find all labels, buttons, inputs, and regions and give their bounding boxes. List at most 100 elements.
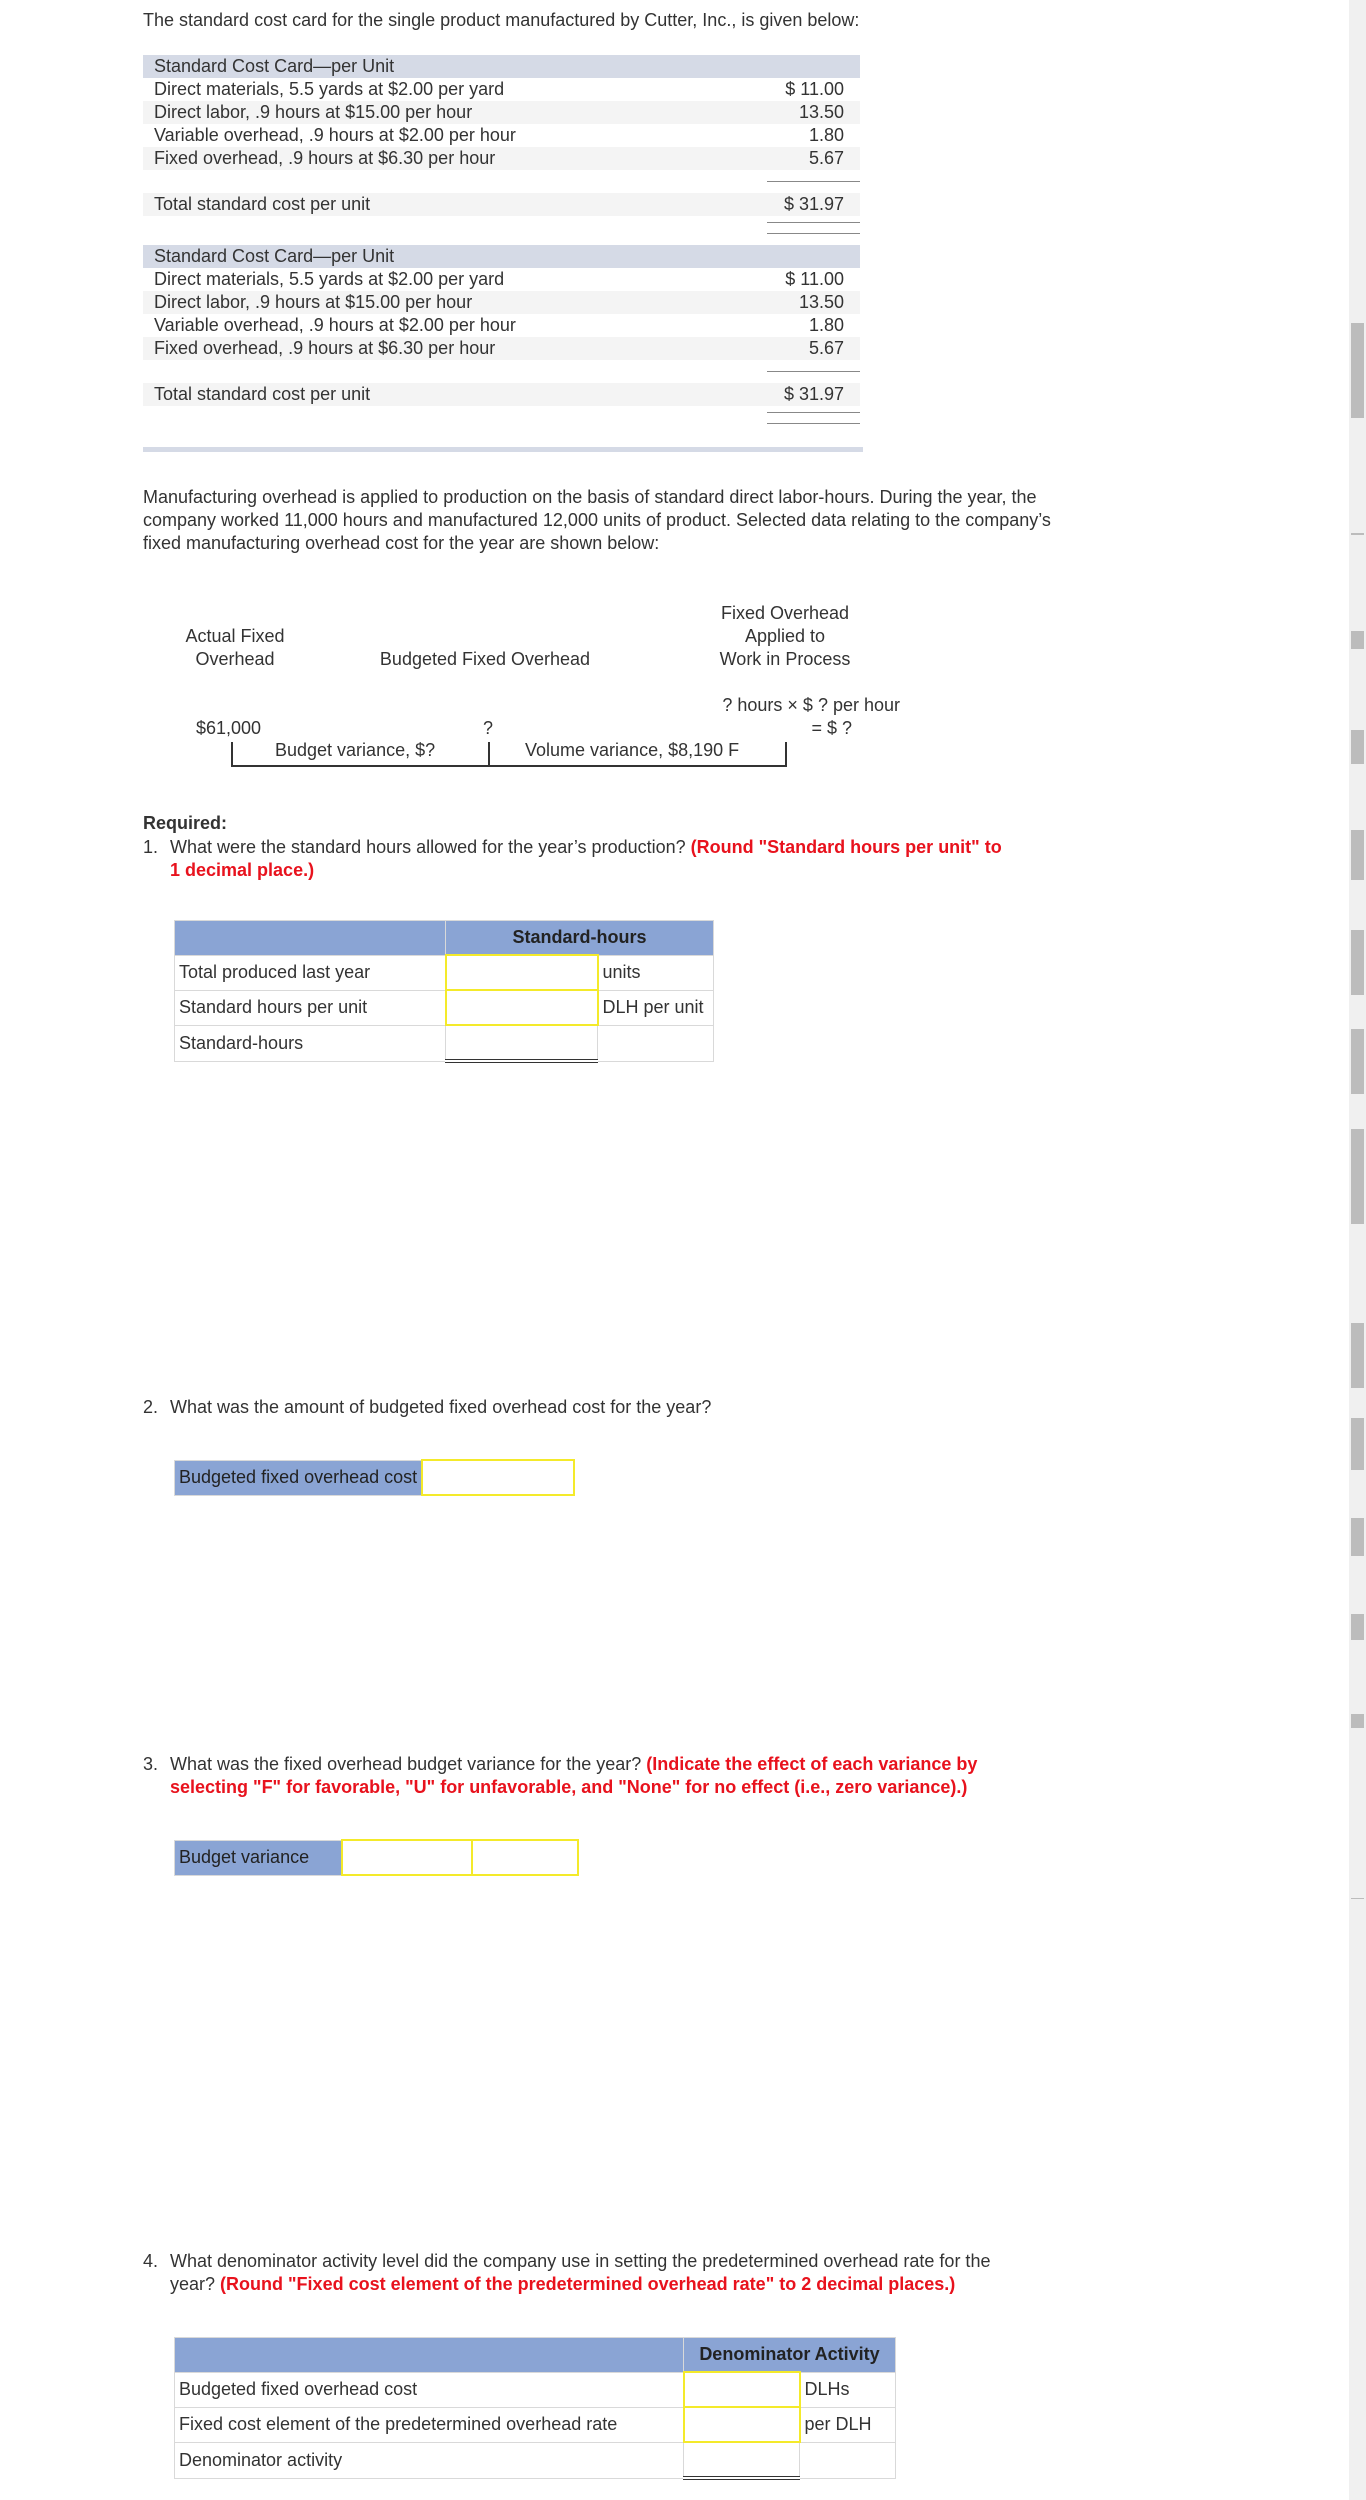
cost-card-title: Standard Cost Card—per Unit (143, 245, 860, 268)
bracket-right (785, 742, 787, 766)
budget-variance-table: Budget variance (174, 1839, 579, 1876)
total-label: Total standard cost per unit (154, 194, 371, 214)
fixed-cost-rate-input[interactable] (684, 2409, 799, 2440)
unit-label: per DLH (799, 2406, 896, 2443)
row-label: Direct labor, .9 hours at $15.00 per hou… (154, 102, 473, 122)
question-number: 4. (143, 2251, 159, 2271)
budgeted-fixed-overhead-table: Budgeted fixed overhead cost (174, 1459, 576, 1496)
question-text: year? (170, 2274, 216, 2294)
actual-value: $61,000 (196, 718, 262, 738)
row-label: Variable overhead, .9 hours at $2.00 per… (154, 125, 516, 145)
total-label: Total standard cost per unit (154, 384, 371, 404)
question-4: 4. What denominator activity level did th… (143, 2250, 1083, 2296)
question-text: What was the amount of budgeted fixed ov… (170, 1397, 712, 1417)
scrollbar-marker (1351, 631, 1364, 649)
question-1: 1. What were the standard hours allowed f… (143, 836, 1083, 882)
volume-variance-label: Volume variance, $8,190 F (525, 740, 740, 760)
standard-hours-per-unit-input[interactable] (446, 992, 597, 1023)
total-produced-input-cell (444, 954, 599, 991)
scrollbar-marker (1351, 930, 1364, 995)
unit-label (597, 1024, 714, 1062)
row-label: Direct labor, .9 hours at $15.00 per hou… (154, 292, 473, 312)
row-amount: 13.50 (798, 292, 844, 312)
unit-label: DLHs (799, 2371, 896, 2408)
cost-card-row: Fixed overhead, .9 hours at $6.30 per ho… (143, 147, 860, 170)
table-row: Standard hours per unit DLH per unit (174, 989, 714, 1026)
row-amount: $ 11.00 (785, 79, 844, 99)
row-amount: 5.67 (808, 338, 844, 358)
scrollbar-marker (1351, 730, 1364, 764)
question-number: 2. (143, 1397, 159, 1417)
scrollbar-marker (1351, 1418, 1364, 1470)
question-instruction: (Round "Standard hours per unit" to (690, 837, 1002, 857)
formula-line: ? hours × $ ? per hour (722, 695, 900, 715)
cost-card-row: Direct materials, 5.5 yards at $2.00 per… (143, 268, 860, 291)
question-instruction-cont: 1 decimal place.) (170, 860, 315, 880)
table-row: Budgeted fixed overhead cost (174, 1459, 576, 1496)
budget-variance-amount-input[interactable] (343, 1842, 471, 1873)
denominator-activity-table: Denominator Activity Budgeted fixed over… (174, 2337, 896, 2480)
row-label: Standard-hours (174, 1024, 446, 1062)
scrollbar-marker (1351, 1129, 1364, 1224)
standard-hours-table: Standard-hours Total produced last year … (174, 920, 714, 1063)
bracket-base (231, 765, 787, 767)
cost-card-row: Variable overhead, .9 hours at $2.00 per… (143, 124, 860, 147)
row-label: Budgeted fixed overhead cost (174, 2371, 684, 2408)
heading-line: Fixed Overhead (720, 603, 850, 623)
row-amount: 13.50 (798, 102, 844, 122)
standard-cost-card: Standard Cost Card—per Unit Direct mater… (143, 55, 860, 239)
budget-value: ? (483, 718, 494, 738)
scrollbar-marker (1351, 830, 1364, 880)
question-number: 1. (143, 837, 159, 857)
row-amount: 1.80 (808, 315, 844, 335)
row-label: Variable overhead, .9 hours at $2.00 per… (154, 315, 516, 335)
row-label: Denominator activity (174, 2441, 684, 2479)
question-text: What denominator activity level did the … (170, 2251, 991, 2271)
question-text: What were the standard hours allowed for… (170, 837, 686, 857)
subtotal-rule (143, 170, 860, 193)
row-label: Direct materials, 5.5 yards at $2.00 per… (154, 79, 505, 99)
cost-card-row: Direct labor, .9 hours at $15.00 per hou… (143, 101, 860, 124)
question-text-cont: year? (Round "Fixed cost element of the … (143, 2273, 1083, 2296)
scrollbar-thumb[interactable] (1351, 323, 1364, 418)
cost-card-total-row: Total standard cost per unit $ 31.97 (143, 383, 860, 406)
table-row: Total produced last year units (174, 954, 714, 991)
question-3: 3. What was the fixed overhead budget var… (143, 1753, 1083, 1799)
fixed-cost-rate-input-cell (682, 2406, 801, 2443)
bracket-left (231, 742, 233, 766)
budgeted-fixed-overhead-heading: Budgeted Fixed Overhead (379, 649, 591, 669)
scrollbar-marker (1351, 1714, 1364, 1728)
scrollbar-marker (1351, 1323, 1364, 1388)
row-label: Direct materials, 5.5 yards at $2.00 per… (154, 269, 505, 289)
standard-hours-header: Standard-hours (445, 920, 714, 956)
question-text: What was the fixed overhead budget varia… (170, 1754, 642, 1774)
required-heading: Required: (143, 813, 228, 833)
budgeted-fixed-overhead-cost-input[interactable] (684, 2374, 799, 2405)
budget-variance-effect-cell (471, 1839, 579, 1876)
scrollbar-marker (1351, 533, 1364, 535)
row-amount: 5.67 (808, 148, 844, 168)
row-label: Fixed overhead, .9 hours at $6.30 per ho… (154, 148, 496, 168)
applied-formula: ? hours × $ ? per hour = $ ? (680, 694, 900, 740)
denominator-activity-result (683, 2441, 800, 2480)
row-label: Fixed cost element of the predetermined … (174, 2406, 684, 2443)
row-amount: 1.80 (808, 125, 844, 145)
heading-line: Actual Fixed (185, 626, 285, 646)
budgeted-fixed-overhead-input-cell (421, 1459, 576, 1496)
scrollbar-marker (1351, 1029, 1364, 1094)
budget-variance-effect-select[interactable] (473, 1842, 577, 1873)
table-row: Standard-hours (174, 1024, 714, 1063)
applied-overhead-heading: Fixed Overhead Applied to Work in Proces… (700, 602, 870, 671)
budgeted-fixed-overhead-input[interactable] (423, 1462, 574, 1493)
header-blank (174, 2337, 684, 2373)
heading-line: Work in Process (719, 649, 851, 669)
cost-card-title: Standard Cost Card—per Unit (143, 55, 860, 78)
budget-variance-amount-cell (341, 1839, 473, 1876)
double-underline (143, 406, 860, 429)
question-instruction: (Indicate the effect of each variance by (646, 1754, 978, 1774)
standard-hours-per-unit-input-cell (444, 989, 599, 1026)
header-blank (174, 920, 446, 956)
subtotal-rule (143, 360, 860, 383)
total-produced-input[interactable] (446, 957, 597, 988)
heading-line: Applied to (744, 626, 826, 646)
